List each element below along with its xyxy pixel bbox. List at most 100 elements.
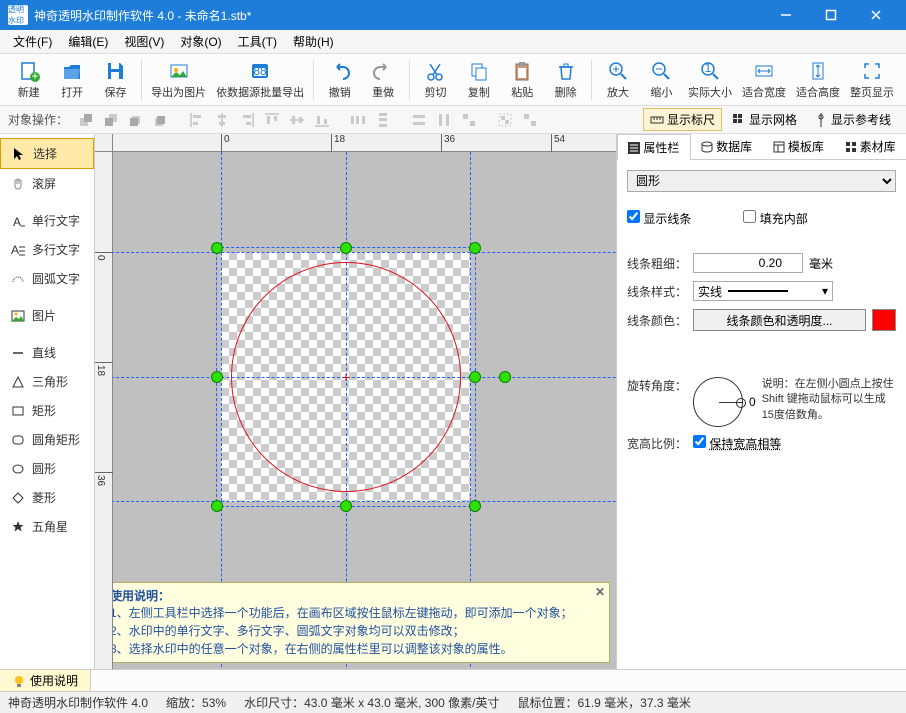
zoom-in-button[interactable]: 放大 — [597, 56, 638, 104]
tool-select[interactable]: 选择 — [0, 138, 94, 169]
hint-close-button[interactable]: ✕ — [595, 585, 605, 599]
align-top-button[interactable] — [261, 109, 283, 131]
color-swatch[interactable] — [872, 309, 896, 331]
ungroup-button[interactable] — [519, 109, 541, 131]
fit-page-icon — [860, 59, 884, 83]
same-height-button[interactable] — [433, 109, 455, 131]
tool-rect[interactable]: 矩形 — [0, 396, 94, 425]
ruler-vertical: 0 18 36 — [95, 152, 113, 669]
status-app: 神奇透明水印制作软件 4.0 — [8, 694, 148, 711]
send-back-button[interactable] — [100, 109, 122, 131]
copy-button[interactable]: 复制 — [458, 56, 499, 104]
ruler-icon — [650, 113, 664, 127]
menu-tools[interactable]: 工具(T) — [230, 30, 285, 53]
style-label: 线条样式： — [627, 283, 687, 300]
distribute-v-button[interactable] — [372, 109, 394, 131]
tool-round-rect[interactable]: 圆角矩形 — [0, 425, 94, 454]
new-button[interactable]: +新建 — [8, 56, 49, 104]
align-left-button[interactable] — [186, 109, 208, 131]
tab-properties[interactable]: 属性栏 — [617, 134, 691, 160]
backward-button[interactable] — [150, 109, 172, 131]
help-button[interactable]: 使用说明 — [0, 670, 91, 691]
menu-help[interactable]: 帮助(H) — [285, 30, 342, 53]
menu-view[interactable]: 视图(V) — [116, 30, 172, 53]
new-icon: + — [17, 59, 41, 83]
fit-page-button[interactable]: 整页显示 — [846, 56, 898, 104]
actual-size-button[interactable]: 1实际大小 — [684, 56, 736, 104]
tool-triangle[interactable]: 三角形 — [0, 367, 94, 396]
save-button[interactable]: 保存 — [95, 56, 136, 104]
tool-arc-text[interactable]: 圆弧文字 — [0, 264, 94, 293]
same-width-button[interactable] — [408, 109, 430, 131]
tool-diamond[interactable]: 菱形 — [0, 483, 94, 512]
show-line-checkbox[interactable]: 显示线条 — [627, 210, 691, 227]
keep-ratio-checkbox[interactable]: 保持宽高相等 — [693, 435, 781, 452]
menu-object[interactable]: 对象(O) — [172, 30, 229, 53]
show-ruler-toggle[interactable]: 显示标尺 — [643, 108, 722, 131]
tab-database[interactable]: 数据库 — [691, 134, 763, 159]
fill-inside-checkbox[interactable]: 填充内部 — [743, 210, 807, 227]
tab-material[interactable]: 素材库 — [834, 134, 906, 159]
main-area: 选择 滚屏 A单行文字 A多行文字 圆弧文字 图片 直线 三角形 矩形 圆角矩形… — [0, 134, 906, 669]
handle-e[interactable] — [469, 371, 481, 383]
align-middle-button[interactable] — [286, 109, 308, 131]
forward-button[interactable] — [125, 109, 147, 131]
close-button[interactable] — [853, 0, 898, 30]
handle-rotate[interactable] — [499, 371, 511, 383]
cut-button[interactable]: 剪切 — [415, 56, 456, 104]
menu-file[interactable]: 文件(F) — [5, 30, 60, 53]
align-bottom-button[interactable] — [311, 109, 333, 131]
bring-front-button[interactable] — [75, 109, 97, 131]
tool-scroll[interactable]: 滚屏 — [0, 169, 94, 198]
menu-edit[interactable]: 编辑(E) — [60, 30, 116, 53]
list-icon — [628, 142, 640, 154]
maximize-button[interactable] — [808, 0, 853, 30]
line-color-button[interactable]: 线条颜色和透明度... — [693, 309, 866, 331]
tool-single-text[interactable]: A单行文字 — [0, 206, 94, 235]
export-batch-button[interactable]: 88依数据源批量导出 — [212, 56, 308, 104]
tool-multi-text[interactable]: A多行文字 — [0, 235, 94, 264]
line-icon — [10, 345, 26, 361]
tool-star[interactable]: 五角星 — [0, 512, 94, 541]
open-button[interactable]: 打开 — [51, 56, 92, 104]
handle-nw[interactable] — [211, 242, 223, 254]
redo-button[interactable]: 重做 — [362, 56, 403, 104]
rotate-dial[interactable] — [693, 377, 743, 427]
show-grid-toggle[interactable]: 显示网格 — [725, 108, 804, 131]
handle-ne[interactable] — [469, 242, 481, 254]
canvas-area[interactable]: 0 18 36 54 0 18 36 + — [95, 134, 616, 669]
undo-button[interactable]: 撤销 — [319, 56, 360, 104]
fit-width-button[interactable]: 适合宽度 — [738, 56, 790, 104]
group-button[interactable] — [494, 109, 516, 131]
right-panel: 属性栏 数据库 模板库 素材库 圆形 显示线条 填充内部 线条粗细： 毫米 线条… — [616, 134, 906, 669]
tool-circle[interactable]: 圆形 — [0, 454, 94, 483]
paste-button[interactable]: 粘贴 — [502, 56, 543, 104]
watermark-canvas[interactable]: + — [221, 252, 471, 502]
tool-image[interactable]: 图片 — [0, 301, 94, 330]
thickness-input[interactable] — [693, 253, 803, 273]
svg-text:88: 88 — [253, 64, 267, 78]
shape-type-select[interactable]: 圆形 — [627, 170, 896, 192]
tab-template[interactable]: 模板库 — [763, 134, 835, 159]
align-center-h-button[interactable] — [211, 109, 233, 131]
align-right-button[interactable] — [236, 109, 258, 131]
handle-w[interactable] — [211, 371, 223, 383]
handle-sw[interactable] — [211, 500, 223, 512]
export-batch-icon: 88 — [248, 59, 272, 83]
delete-button[interactable]: 删除 — [545, 56, 586, 104]
show-guides-toggle[interactable]: 显示参考线 — [807, 108, 898, 131]
tool-line[interactable]: 直线 — [0, 338, 94, 367]
svg-text:A: A — [11, 243, 19, 257]
line-style-select[interactable]: 实线▾ — [693, 281, 833, 301]
export-image-button[interactable]: 导出为图片 — [147, 56, 210, 104]
zoom-out-button[interactable]: 缩小 — [641, 56, 682, 104]
distribute-h-button[interactable] — [347, 109, 369, 131]
cut-icon — [423, 59, 447, 83]
same-size-button[interactable] — [458, 109, 480, 131]
properties-body: 圆形 显示线条 填充内部 线条粗细： 毫米 线条样式： 实线▾ 线条颜色： 线条… — [617, 160, 906, 669]
handle-n[interactable] — [340, 242, 352, 254]
handle-s[interactable] — [340, 500, 352, 512]
minimize-button[interactable] — [763, 0, 808, 30]
handle-se[interactable] — [469, 500, 481, 512]
fit-height-button[interactable]: 适合高度 — [792, 56, 844, 104]
